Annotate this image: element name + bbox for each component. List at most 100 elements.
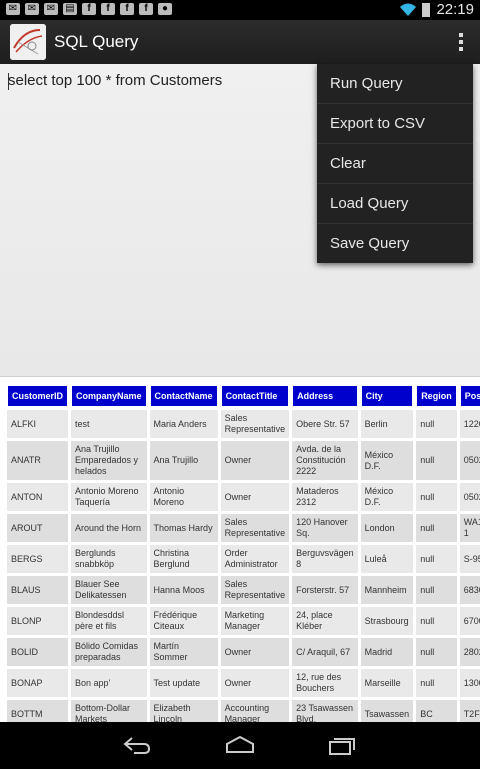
table-cell: 13008 <box>459 669 480 697</box>
table-cell: AROUT <box>7 514 69 542</box>
table-cell: Antonio Moreno <box>149 483 218 511</box>
table-cell: test <box>71 410 147 438</box>
table-cell: null <box>416 410 457 438</box>
table-cell: 12, rue des Bouchers <box>292 669 358 697</box>
table-cell: 24, place Kléber <box>292 607 358 635</box>
table-cell: Marketing Manager <box>220 607 290 635</box>
gamepad-icon: ● <box>158 3 172 15</box>
table-cell: BLONP <box>7 607 69 635</box>
menu-item-export-csv[interactable]: Export to CSV <box>317 104 473 144</box>
table-cell: Hanna Moos <box>149 576 218 604</box>
home-icon[interactable] <box>225 734 255 756</box>
table-cell: null <box>416 483 457 511</box>
table-cell: Around the Horn <box>71 514 147 542</box>
table-row[interactable]: BERGS Berglunds snabbköp Christina Berglun… <box>7 545 480 573</box>
table-cell: Strasbourg <box>360 607 414 635</box>
overflow-menu-icon[interactable] <box>458 33 464 53</box>
table-cell: Order Administrator <box>220 545 290 573</box>
table-cell: Sales Representative <box>220 514 290 542</box>
battery-icon <box>422 2 431 17</box>
news-icon: ▤ <box>63 3 77 15</box>
table-row[interactable]: BONAP Bon app' Test update Owner 12, rue des… <box>7 669 480 697</box>
overflow-menu: Run Query Export to CSV Clear Load Query… <box>317 64 473 263</box>
app-icon[interactable] <box>10 24 46 60</box>
table-cell: Ana Trujillo <box>149 441 218 480</box>
table-cell: Berglunds snabbköp <box>71 545 147 573</box>
menu-item-clear[interactable]: Clear <box>317 144 473 184</box>
table-cell: Mannheim <box>360 576 414 604</box>
table-cell: Maria Anders <box>149 410 218 438</box>
table-cell: México D.F. <box>360 441 414 480</box>
table-cell: Frédérique Citeaux <box>149 607 218 635</box>
menu-item-load-query[interactable]: Load Query <box>317 184 473 224</box>
table-cell: C/ Araquil, 67 <box>292 638 358 666</box>
action-bar: SQL Query <box>0 20 480 64</box>
mail-icon: ✉ <box>44 3 58 15</box>
table-row[interactable]: AROUT Around the Horn Thomas Hardy Sales Re… <box>7 514 480 542</box>
table-cell: Bólido Comidas preparadas <box>71 638 147 666</box>
table-row[interactable]: BLONP Blondesddsl père et fils Frédérique … <box>7 607 480 635</box>
table-cell: Elizabeth Lincoln <box>149 700 218 722</box>
table-cell: Christina Berglund <box>149 545 218 573</box>
table-cell: Owner <box>220 483 290 511</box>
table-row[interactable]: BOTTM Bottom-Dollar Markets Elizabeth Linc… <box>7 700 480 722</box>
table-cell: 23 Tsawassen Blvd. <box>292 700 358 722</box>
table-header-row: CustomerID CompanyName ContactName Conta… <box>7 385 480 407</box>
table-row[interactable]: BOLID Bólido Comidas preparadas Martín Som… <box>7 638 480 666</box>
table-cell: Bon app' <box>71 669 147 697</box>
table-row[interactable]: ALFKI test Maria Anders Sales Representativ… <box>7 410 480 438</box>
table-cell: BONAP <box>7 669 69 697</box>
table-cell: Blauer See Delikatessen <box>71 576 147 604</box>
status-bar: ✉ ✉ ✉ ▤ f f f f ● 22:19 <box>0 0 480 20</box>
table-cell: Avda. de la Constitución 2222 <box>292 441 358 480</box>
table-cell: 28023 <box>459 638 480 666</box>
column-header: ContactName <box>149 385 218 407</box>
results-table[interactable]: CustomerID CompanyName ContactName Conta… <box>4 382 480 722</box>
table-row[interactable]: ANTON Antonio Moreno Taquería Antonio More… <box>7 483 480 511</box>
table-cell: Thomas Hardy <box>149 514 218 542</box>
table-cell: Test update <box>149 669 218 697</box>
table-cell: 12209 <box>459 410 480 438</box>
facebook-icon: f <box>82 3 96 15</box>
table-cell: Antonio Moreno Taquería <box>71 483 147 511</box>
query-text[interactable]: select top 100 * from Customers <box>8 72 222 89</box>
table-cell: 120 Hanover Sq. <box>292 514 358 542</box>
facebook-icon: f <box>139 3 153 15</box>
table-cell: Accounting Manager <box>220 700 290 722</box>
menu-item-run-query[interactable]: Run Query <box>317 64 473 104</box>
table-cell: BOTTM <box>7 700 69 722</box>
table-cell: Mataderos 2312 <box>292 483 358 511</box>
table-cell: WA1 1 <box>459 514 480 542</box>
table-cell: BC <box>416 700 457 722</box>
table-cell: BLAUS <box>7 576 69 604</box>
recent-apps-icon[interactable] <box>328 734 358 756</box>
column-header: Posta <box>459 385 480 407</box>
table-cell: Owner <box>220 441 290 480</box>
table-cell: ALFKI <box>7 410 69 438</box>
table-row[interactable]: ANATR Ana Trujillo Emparedados y helados A… <box>7 441 480 480</box>
menu-item-save-query[interactable]: Save Query <box>317 224 473 263</box>
table-cell: 67000 <box>459 607 480 635</box>
table-cell: Tsawassen <box>360 700 414 722</box>
column-header: City <box>360 385 414 407</box>
table-cell: null <box>416 607 457 635</box>
clock: 22:19 <box>436 1 474 18</box>
mail-icon: ✉ <box>6 3 20 15</box>
table-cell: null <box>416 638 457 666</box>
table-cell: Obere Str. 57 <box>292 410 358 438</box>
facebook-icon: f <box>120 3 134 15</box>
table-cell: Bottom-Dollar Markets <box>71 700 147 722</box>
table-cell: Ana Trujillo Emparedados y helados <box>71 441 147 480</box>
table-cell: Blondesddsl père et fils <box>71 607 147 635</box>
table-cell: ANTON <box>7 483 69 511</box>
table-row[interactable]: BLAUS Blauer See Delikatessen Hanna Moos Sa… <box>7 576 480 604</box>
table-cell: London <box>360 514 414 542</box>
table-cell: Owner <box>220 669 290 697</box>
wifi-icon <box>400 3 417 16</box>
table-cell: Madrid <box>360 638 414 666</box>
table-cell: Martín Sommer <box>149 638 218 666</box>
table-cell: S-958 <box>459 545 480 573</box>
back-icon[interactable] <box>122 734 152 756</box>
table-cell: ANATR <box>7 441 69 480</box>
table-cell: Berlin <box>360 410 414 438</box>
